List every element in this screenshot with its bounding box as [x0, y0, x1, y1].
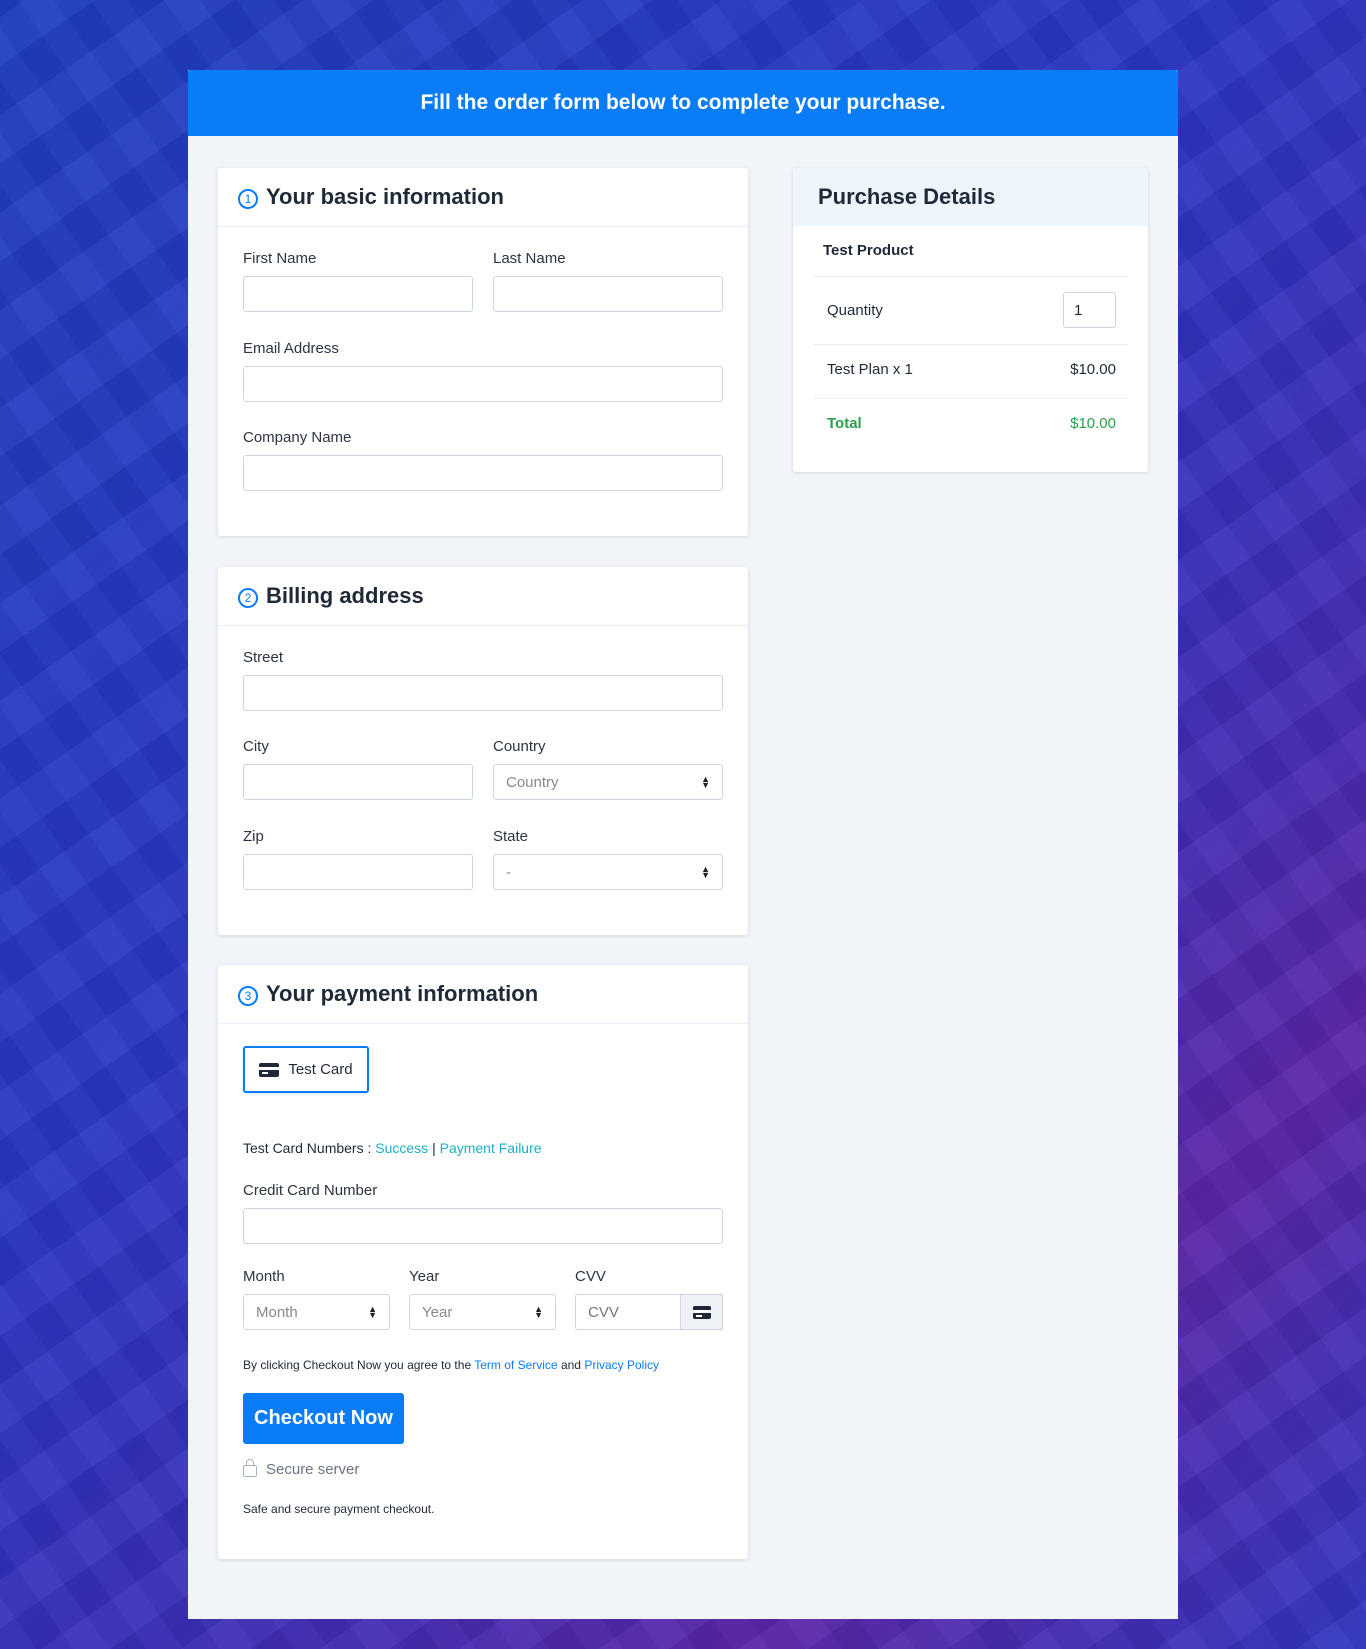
billing-card: 2 Billing address Street City Country Co… [218, 567, 748, 935]
quantity-input[interactable] [1063, 292, 1116, 328]
cc-number-label: Credit Card Number [243, 1182, 378, 1199]
terms-and: and [560, 1358, 581, 1372]
select-caret-icon: ▲ ▼ [701, 774, 710, 790]
cc-number-input[interactable] [243, 1208, 723, 1244]
divider [813, 398, 1128, 399]
zip-group: Zip [243, 828, 473, 890]
last-name-input[interactable] [493, 276, 723, 312]
checkout-now-button[interactable]: Checkout Now [243, 1393, 404, 1444]
step-number-2: 2 [238, 588, 258, 608]
state-label: State [493, 828, 529, 845]
cvv-input-wrap [575, 1294, 723, 1330]
payment-title: Your payment information [266, 981, 539, 1006]
state-select[interactable]: - ▲ ▼ [493, 854, 723, 890]
test-card-numbers-label: Test Card Numbers : [243, 1140, 372, 1156]
product-row: Test Product [813, 242, 1128, 259]
year-group: Year Year ▲ ▼ [409, 1268, 556, 1330]
test-card-method-button[interactable]: Test Card [243, 1046, 369, 1093]
city-label: City [243, 738, 269, 755]
total-value: $10.00 [1070, 415, 1116, 432]
banner-title: Fill the order form below to complete yo… [420, 91, 946, 114]
email-group: Email Address [243, 340, 723, 402]
billing-header: 2 Billing address [218, 567, 748, 626]
total-row: Total $10.00 [813, 415, 1128, 432]
divider [813, 344, 1128, 345]
city-group: City [243, 738, 473, 800]
zip-label: Zip [243, 828, 264, 845]
success-link[interactable]: Success [375, 1140, 428, 1156]
email-label: Email Address [243, 340, 339, 357]
cvv-group: CVV [575, 1268, 723, 1330]
payment-card: 3 Your payment information Test Card Tes… [218, 965, 748, 1559]
street-group: Street [243, 649, 723, 711]
plan-label: Test Plan x 1 [827, 361, 913, 378]
payment-failure-link[interactable]: Payment Failure [440, 1140, 542, 1156]
month-select-value: Month [256, 1303, 298, 1321]
street-input[interactable] [243, 675, 723, 711]
select-caret-icon: ▲ ▼ [701, 864, 710, 880]
test-card-numbers: Test Card Numbers : Success | Payment Fa… [243, 1140, 542, 1156]
terms-notice: By clicking Checkout Now you agree to th… [243, 1358, 659, 1372]
company-label: Company Name [243, 429, 352, 446]
street-label: Street [243, 649, 284, 666]
quantity-row: Quantity [813, 292, 1128, 328]
last-name-label: Last Name [493, 250, 566, 267]
month-select[interactable]: Month ▲ ▼ [243, 1294, 390, 1330]
first-name-label: First Name [243, 250, 317, 267]
select-caret-icon: ▲ ▼ [368, 1304, 377, 1320]
city-input[interactable] [243, 764, 473, 800]
purchase-details-card: Purchase Details Test Product Quantity T… [793, 168, 1148, 472]
year-select[interactable]: Year ▲ ▼ [409, 1294, 556, 1330]
last-name-group: Last Name [493, 250, 723, 312]
basic-info-header: 1 Your basic information [218, 168, 748, 227]
billing-title: Billing address [266, 583, 424, 608]
country-select[interactable]: Country ▲ ▼ [493, 764, 723, 800]
country-group: Country Country ▲ ▼ [493, 738, 723, 800]
step-number-1: 1 [238, 189, 258, 209]
quantity-label: Quantity [827, 301, 883, 319]
terms-prefix: By clicking Checkout Now you agree to th… [243, 1358, 472, 1372]
payment-header: 3 Your payment information [218, 965, 748, 1024]
state-select-value: - [506, 863, 511, 881]
product-name: Test Product [823, 242, 914, 259]
cvv-card-addon [680, 1294, 723, 1330]
first-name-group: First Name [243, 250, 473, 312]
month-label: Month [243, 1268, 285, 1285]
divider [813, 276, 1128, 277]
select-caret-icon: ▲ ▼ [534, 1304, 543, 1320]
year-label: Year [409, 1268, 440, 1285]
form-banner: Fill the order form below to complete yo… [188, 70, 1178, 136]
company-group: Company Name [243, 429, 723, 491]
credit-card-icon [259, 1062, 280, 1077]
email-input[interactable] [243, 366, 723, 402]
order-form-container: Fill the order form below to complete yo… [188, 70, 1178, 1619]
company-input[interactable] [243, 455, 723, 491]
safe-checkout-note: Safe and secure payment checkout. [243, 1502, 435, 1516]
basic-info-card: 1 Your basic information First Name Last… [218, 168, 748, 536]
test-card-label: Test Card [288, 1061, 353, 1078]
year-select-value: Year [422, 1303, 453, 1321]
total-label: Total [827, 415, 862, 432]
country-select-value: Country [506, 773, 559, 791]
month-group: Month Month ▲ ▼ [243, 1268, 390, 1330]
cvv-label: CVV [575, 1268, 606, 1285]
plan-row: Test Plan x 1 $10.00 [813, 361, 1128, 378]
secure-server-label: Secure server [266, 1461, 360, 1478]
credit-card-icon [692, 1305, 711, 1319]
terms-link[interactable]: Term of Service [474, 1358, 557, 1372]
first-name-input[interactable] [243, 276, 473, 312]
purchase-details-title: Purchase Details [818, 184, 996, 209]
purchase-details-header: Purchase Details [793, 168, 1148, 226]
lock-icon [243, 1459, 257, 1477]
step-number-3: 3 [238, 986, 258, 1006]
country-label: Country [493, 738, 546, 755]
plan-price: $10.00 [1070, 361, 1116, 378]
privacy-link[interactable]: Privacy Policy [584, 1358, 659, 1372]
zip-input[interactable] [243, 854, 473, 890]
link-separator: | [432, 1140, 436, 1156]
cc-number-group: Credit Card Number [243, 1182, 723, 1244]
state-group: State - ▲ ▼ [493, 828, 723, 890]
basic-info-title: Your basic information [266, 184, 504, 209]
